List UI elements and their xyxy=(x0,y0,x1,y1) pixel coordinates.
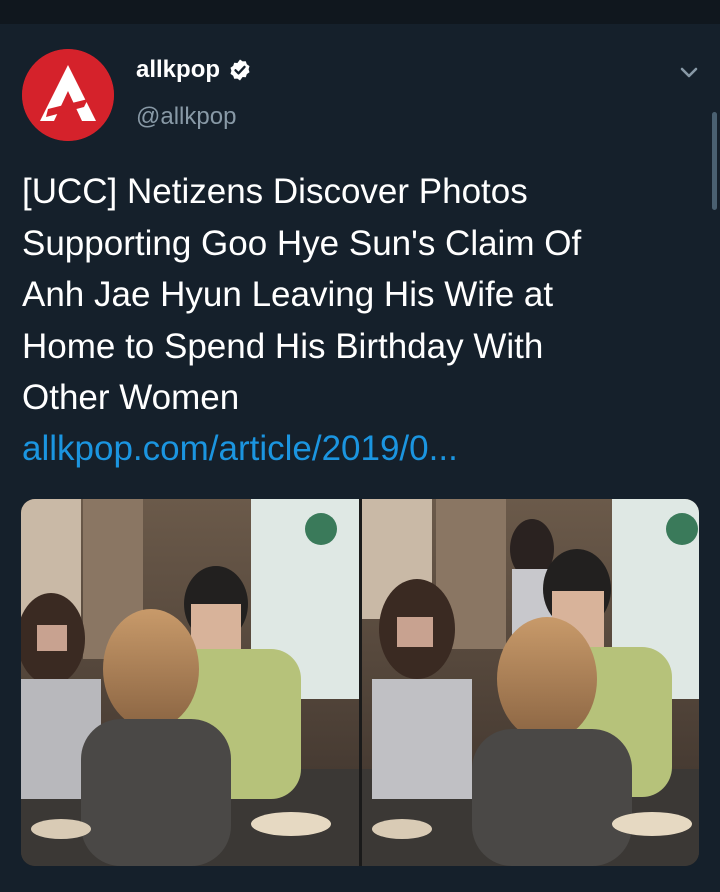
allkpop-logo-icon xyxy=(22,49,114,141)
bottom-spacer xyxy=(0,872,720,892)
scrollbar[interactable] xyxy=(712,112,717,210)
tweet-text-line: Home to Spend His Birthday With xyxy=(22,326,544,366)
photo-collage xyxy=(21,499,699,866)
tweet-text-line: Anh Jae Hyun Leaving His Wife at xyxy=(22,275,554,314)
photo-right xyxy=(362,499,699,866)
chevron-down-icon[interactable] xyxy=(676,62,702,84)
tweet-text: [UCC] Netizens Discover Photos Supportin… xyxy=(22,166,692,424)
tweet-media[interactable] xyxy=(21,499,699,866)
tweet-text-line: Other Women xyxy=(22,378,240,417)
avatar[interactable] xyxy=(22,49,114,141)
tweet-text-line: Supporting Goo Hye Sun's Claim Of xyxy=(22,223,582,263)
account-name-row[interactable]: allkpop xyxy=(136,56,252,84)
account-name[interactable]: allkpop xyxy=(136,56,220,84)
account-handle[interactable]: @allkpop xyxy=(136,103,236,131)
photo-left xyxy=(21,499,359,866)
article-link[interactable]: allkpop.com/article/2019/0... xyxy=(22,423,458,475)
status-bar xyxy=(0,0,720,24)
verified-badge-icon xyxy=(228,58,252,82)
tweet-text-line: [UCC] Netizens Discover Photos xyxy=(22,172,528,211)
